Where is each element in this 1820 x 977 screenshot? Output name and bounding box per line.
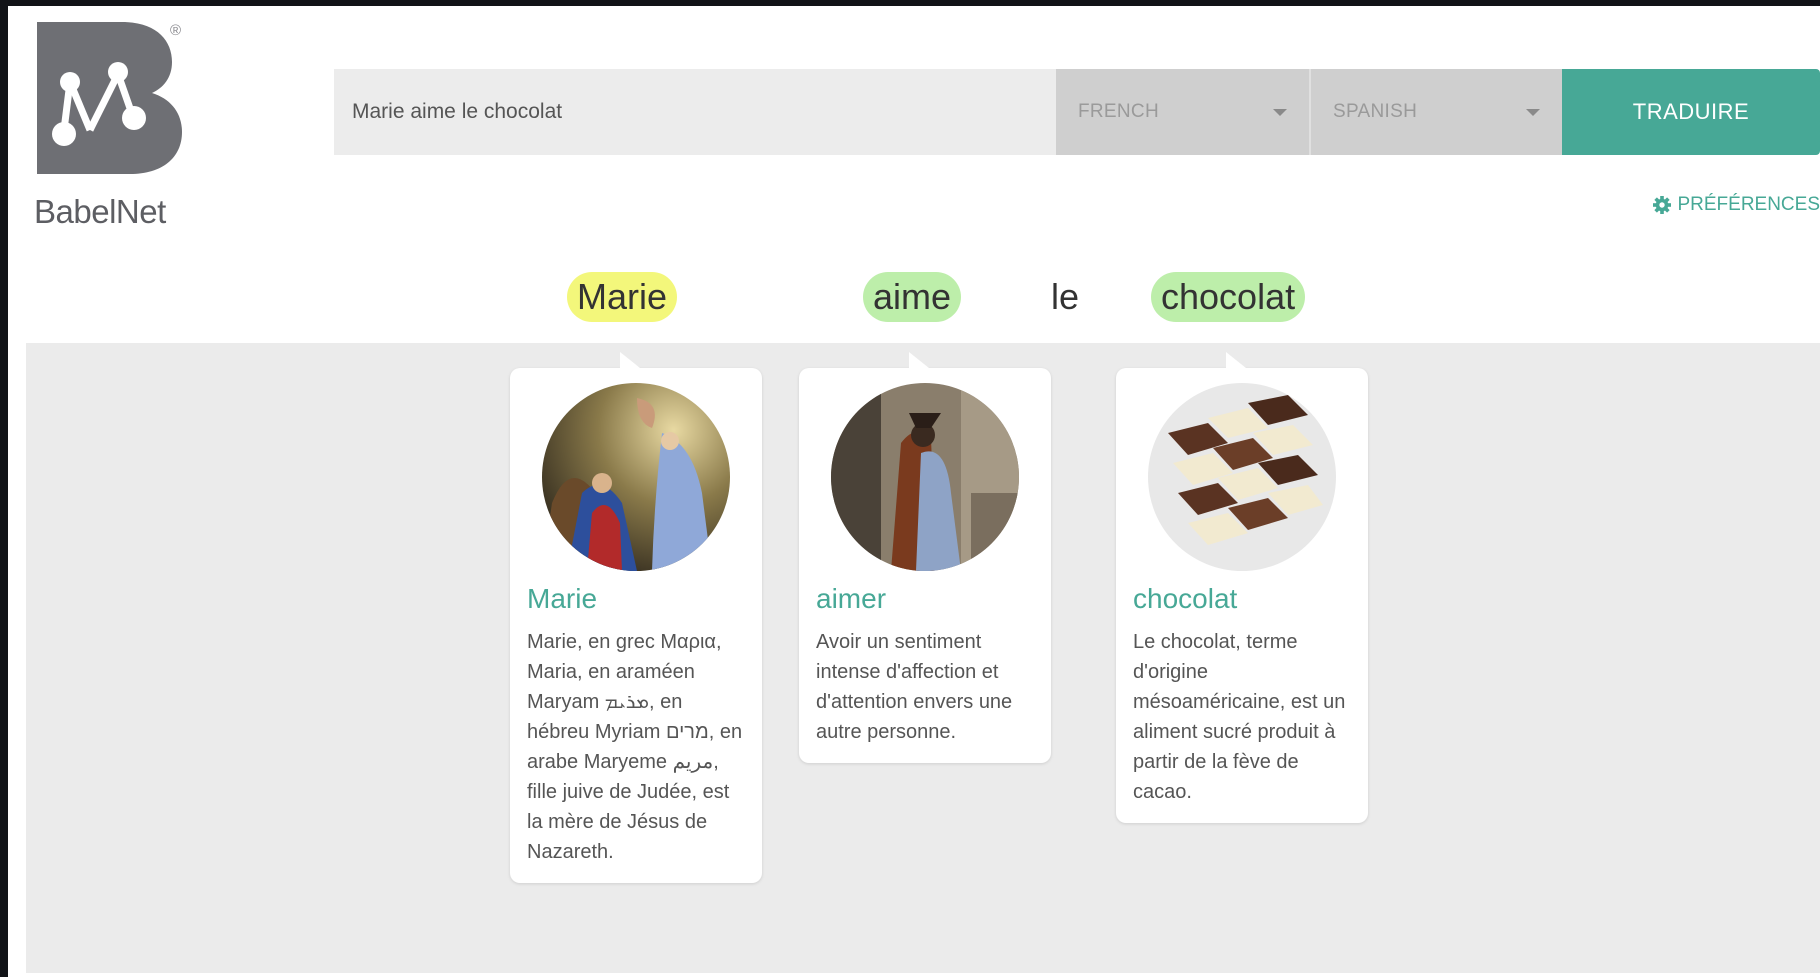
sentence-word-marie[interactable]: Marie [567, 272, 678, 322]
sense-title[interactable]: aimer [816, 583, 886, 615]
the-kiss-painting-icon [831, 383, 1019, 571]
sense-card-aimer[interactable]: aimer Avoir un sentiment intense d'affec… [799, 352, 1051, 763]
babelnet-logo-icon [37, 22, 182, 174]
gear-icon [1653, 196, 1672, 214]
registered-mark: ® [170, 22, 182, 39]
sense-description: Avoir un sentiment intense d'affection e… [816, 631, 1013, 743]
sense-image-chocolat [1148, 383, 1336, 571]
sense-card-marie[interactable]: Marie Marie, en grec Μαρια, Maria, en ar… [510, 352, 762, 883]
sense-image-marie [542, 383, 730, 571]
page: ® BabelNet FRENCH SPANISH TRADUIRE [8, 6, 1820, 977]
sentence-word-chocolat[interactable]: chocolat [1151, 272, 1306, 322]
chevron-down-icon [1526, 108, 1540, 116]
sense-title[interactable]: chocolat [1133, 583, 1237, 615]
source-language-label: FRENCH [1078, 101, 1159, 122]
translate-button[interactable]: TRADUIRE [1562, 69, 1820, 155]
annunciation-painting-icon [542, 383, 730, 571]
sense-title[interactable]: Marie [527, 583, 597, 615]
preferences-label: PRÉFÉRENCES [1677, 194, 1820, 215]
chocolate-bars-photo-icon [1148, 383, 1336, 571]
sentence-word-le: le [1051, 276, 1080, 317]
sense-card-chocolat[interactable]: chocolat Le chocolat, terme d'origine mé… [1116, 352, 1368, 823]
target-language-select[interactable]: SPANISH [1309, 69, 1562, 155]
source-language-select[interactable]: FRENCH [1056, 69, 1309, 155]
babelnet-logo[interactable]: ® BabelNet [34, 18, 204, 233]
translate-bar: FRENCH SPANISH TRADUIRE [334, 69, 1820, 155]
sense-image-aimer [831, 383, 1019, 571]
sense-description: Le chocolat, terme d'origine mésoamérica… [1133, 631, 1346, 803]
target-language-label: SPANISH [1333, 101, 1418, 122]
sense-description: Marie, en grec Μαρια, Maria, en araméen … [527, 631, 743, 863]
search-input[interactable] [334, 69, 1056, 155]
brand-name: BabelNet [34, 193, 166, 230]
sentence-word-aime[interactable]: aime [863, 272, 962, 322]
chevron-down-icon [1273, 108, 1287, 116]
preferences-link[interactable]: PRÉFÉRENCES [1653, 194, 1820, 216]
